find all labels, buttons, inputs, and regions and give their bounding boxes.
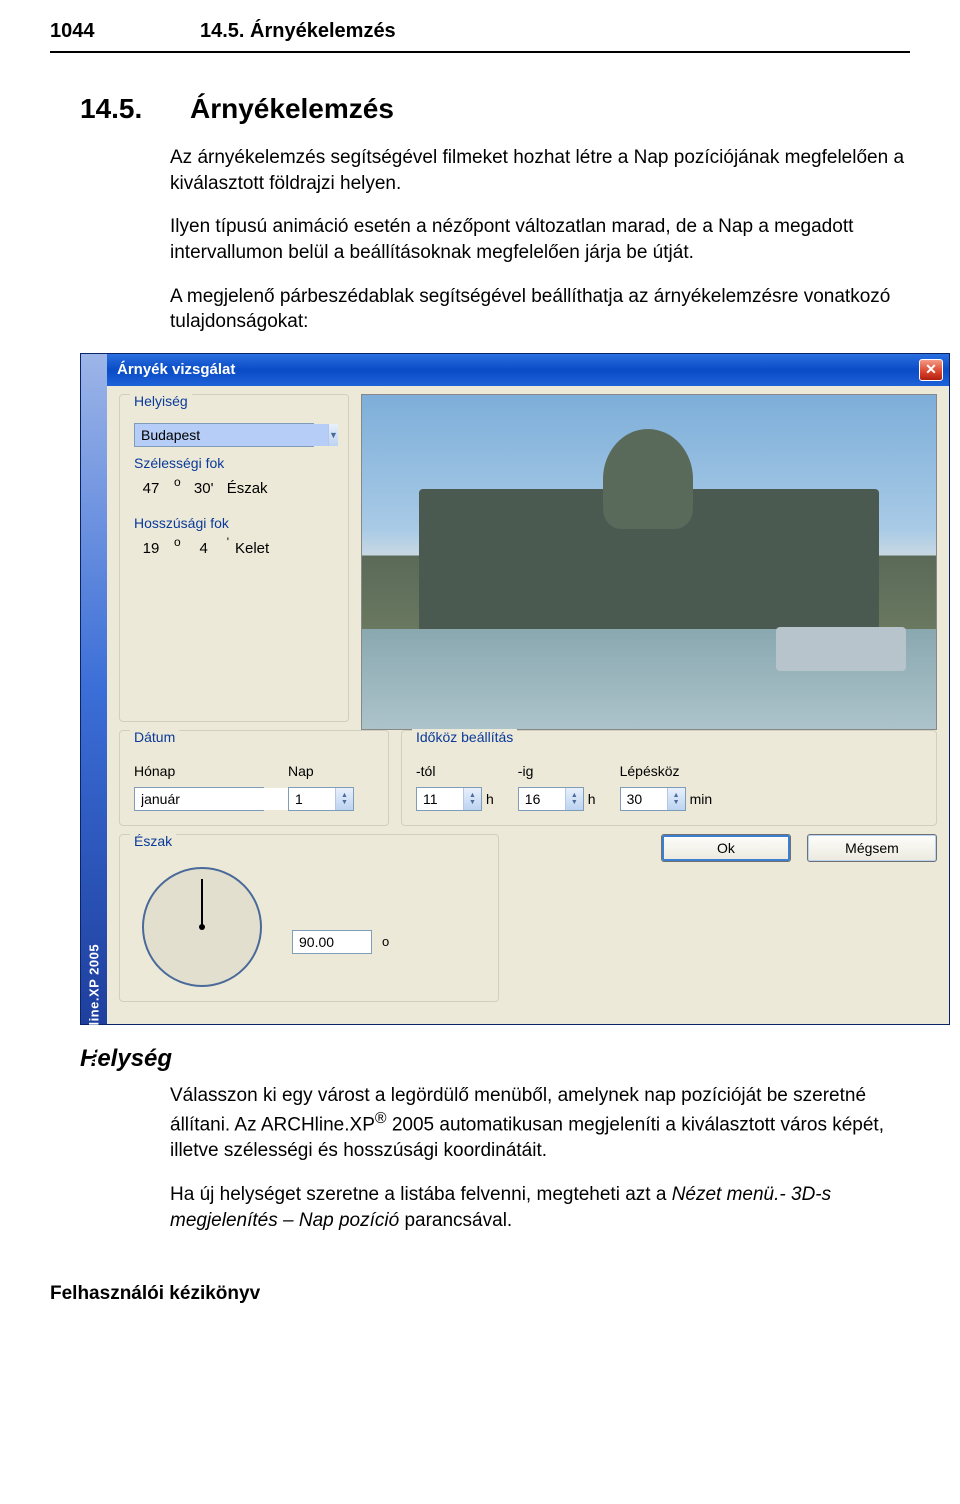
longitude-label: Hosszúsági fok bbox=[134, 515, 334, 531]
group-interval: Időköz beállítás -tól ▲▼ bbox=[401, 730, 937, 826]
month-label: Hónap bbox=[134, 763, 264, 779]
para5-part-a: Ha új helységet szeretne a listába felve… bbox=[170, 1184, 672, 1205]
latitude-row: 47 o 30' Észak bbox=[134, 475, 334, 497]
day-spinner[interactable]: ▲▼ bbox=[288, 787, 354, 811]
paragraph-1: Az árnyékelemzés segítségével filmeket h… bbox=[170, 145, 910, 196]
day-label: Nap bbox=[288, 763, 354, 779]
unit-h: h bbox=[486, 791, 494, 811]
group-legend-north: Észak bbox=[130, 833, 176, 849]
from-input[interactable] bbox=[417, 788, 463, 810]
longitude-row: 19 o 4 ' Kelet bbox=[134, 535, 334, 557]
north-angle-input[interactable]: 90.00 bbox=[292, 930, 372, 954]
compass-needle bbox=[201, 879, 203, 929]
step-input[interactable] bbox=[621, 788, 667, 810]
spinner-arrows-icon[interactable]: ▲▼ bbox=[463, 788, 481, 810]
step-label: Lépésköz bbox=[620, 763, 713, 779]
group-location: Helyiség ▼ Szélességi fok 47 o 30' Észak bbox=[119, 394, 349, 722]
from-spinner[interactable]: ▲▼ bbox=[416, 787, 482, 811]
section-number: 14.5. bbox=[80, 93, 190, 125]
lat-degrees: 47 bbox=[134, 480, 168, 497]
spinner-arrows-icon[interactable]: ▲▼ bbox=[335, 788, 353, 810]
subheading-helyseg: Helység bbox=[80, 1045, 910, 1073]
to-spinner[interactable]: ▲▼ bbox=[518, 787, 584, 811]
day-input[interactable] bbox=[289, 788, 335, 810]
paragraph-4: Válasszon ki egy várost a legördülő menü… bbox=[170, 1083, 910, 1164]
page-header-title: 14.5. Árnyékelemzés bbox=[200, 20, 396, 43]
page-header: 1044 14.5. Árnyékelemzés bbox=[50, 20, 910, 53]
lat-direction: Észak bbox=[227, 480, 268, 497]
cancel-button[interactable]: Mégsem bbox=[807, 834, 937, 862]
dome-shape bbox=[603, 429, 693, 529]
paragraph-5: Ha új helységet szeretne a listába felve… bbox=[170, 1182, 910, 1233]
shadow-analysis-dialog: ARCHline.XP 2005 Árnyék vizsgálat ✕ Hely… bbox=[80, 353, 950, 1025]
spinner-arrows-icon[interactable]: ▲▼ bbox=[565, 788, 583, 810]
page-number: 1044 bbox=[50, 20, 200, 43]
section-name: Árnyékelemzés bbox=[190, 93, 394, 124]
lat-minutes: 30' bbox=[187, 480, 221, 497]
lon-direction: Kelet bbox=[235, 540, 269, 557]
boat-shape bbox=[776, 627, 906, 671]
chevron-down-icon[interactable]: ▼ bbox=[328, 424, 338, 446]
city-combo[interactable]: ▼ bbox=[134, 423, 314, 447]
degree-symbol-3: o bbox=[382, 934, 389, 949]
step-spinner[interactable]: ▲▼ bbox=[620, 787, 686, 811]
city-input[interactable] bbox=[135, 424, 328, 446]
paragraph-3: A megjelenő párbeszédablak segítségével … bbox=[170, 284, 910, 335]
dialog-title: Árnyék vizsgálat bbox=[117, 361, 919, 378]
close-button[interactable]: ✕ bbox=[919, 359, 943, 381]
spinner-arrows-icon[interactable]: ▲▼ bbox=[667, 788, 685, 810]
degree-symbol-2: o bbox=[174, 535, 181, 549]
lon-minutes: 4 bbox=[187, 540, 221, 557]
city-photo bbox=[361, 394, 937, 730]
compass-dial[interactable] bbox=[142, 867, 262, 987]
group-legend-date: Dátum bbox=[130, 729, 179, 745]
registered-symbol: ® bbox=[375, 1110, 387, 1127]
close-icon: ✕ bbox=[925, 361, 937, 378]
group-north: Észak 90.00 o bbox=[119, 834, 499, 1002]
minute-symbol: ' bbox=[227, 535, 229, 549]
ok-button[interactable]: Ok bbox=[661, 834, 791, 862]
to-input[interactable] bbox=[519, 788, 565, 810]
page-footer: Felhasználói kézikönyv bbox=[50, 1283, 910, 1305]
sidebar-brand-text: ARCHline.XP 2005 bbox=[87, 944, 102, 1065]
section-title: 14.5.Árnyékelemzés bbox=[80, 93, 910, 125]
degree-symbol: o bbox=[174, 475, 181, 489]
lon-degrees: 19 bbox=[134, 540, 168, 557]
dialog-titlebar[interactable]: Árnyék vizsgálat ✕ bbox=[107, 354, 949, 386]
compass-center-dot bbox=[199, 924, 205, 930]
month-combo[interactable]: ▼ bbox=[134, 787, 264, 811]
unit-h-2: h bbox=[588, 791, 596, 811]
unit-min: min bbox=[690, 791, 713, 811]
group-legend-location: Helyiség bbox=[130, 393, 192, 409]
dialog-sidebar: ARCHline.XP 2005 bbox=[81, 354, 107, 1024]
to-label: -ig bbox=[518, 763, 596, 779]
latitude-label: Szélességi fok bbox=[134, 455, 334, 471]
para5-part-b: parancsával. bbox=[399, 1210, 512, 1231]
group-date: Dátum Hónap ▼ Nap bbox=[119, 730, 389, 826]
group-legend-interval: Időköz beállítás bbox=[412, 729, 517, 745]
paragraph-2: Ilyen típusú animáció esetén a nézőpont … bbox=[170, 214, 910, 265]
from-label: -tól bbox=[416, 763, 494, 779]
